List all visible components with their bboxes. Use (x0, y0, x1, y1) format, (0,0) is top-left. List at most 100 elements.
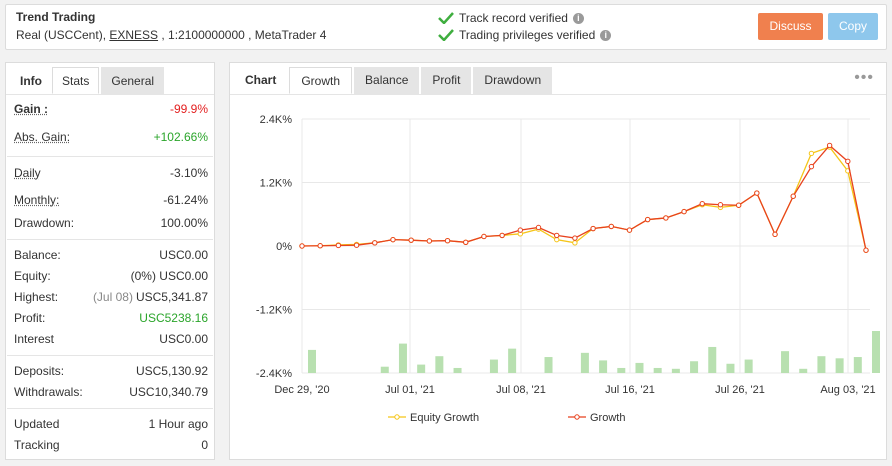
broker-link[interactable]: EXNESS (109, 28, 158, 42)
gain-label[interactable]: Gain : (14, 102, 48, 116)
more-options-icon[interactable]: ••• (854, 69, 874, 87)
equity-growth-point (808, 150, 815, 157)
abs-gain-label[interactable]: Abs. Gain: (14, 130, 70, 144)
growth-point (353, 242, 360, 248)
volume-bar (599, 360, 608, 373)
volume-bar (853, 357, 862, 373)
volume-bar (308, 349, 316, 373)
check-icon (438, 29, 454, 41)
x-tick-label: Jul 01, '21 (385, 384, 435, 396)
growth-point (317, 243, 323, 249)
volume-bar (508, 348, 517, 373)
volume-bar (544, 357, 553, 373)
volume-bar (617, 367, 626, 373)
profit-value: USC5238.16 (139, 311, 208, 325)
updated-value: 1 Hour ago (148, 417, 208, 431)
highest-row: Highest: (Jul 08) USC5,341.87 (14, 287, 208, 307)
chart-panel: Chart Growth Balance Profit Drawdown •••… (229, 62, 887, 460)
growth-point (535, 224, 542, 231)
abs-gain-row: Abs. Gain: +102.66% (14, 127, 208, 147)
daily-label[interactable]: Daily (14, 166, 41, 180)
account-suffix: , 1:2100000000 , MetaTrader 4 (158, 28, 327, 42)
deposits-row: Deposits: USC5,130.92 (14, 361, 208, 381)
gain-row: Gain : -99.9% (14, 99, 208, 119)
account-info: Real (USCCent), EXNESS , 1:2100000000 , … (16, 28, 326, 42)
stats-tabs: Info Stats General (6, 63, 214, 95)
volume-bar (835, 358, 844, 373)
tab-chart[interactable]: Chart (234, 67, 287, 94)
divider (7, 156, 213, 157)
divider (7, 408, 213, 409)
growth-chart: 2.4K% 1.2K% 0% -1.2K% -2.4K% Dec 29, '20 Jul 0… (256, 114, 880, 424)
monthly-label[interactable]: Monthly: (14, 193, 59, 207)
growth-point (663, 215, 669, 221)
growth-point (554, 232, 560, 239)
growth-point (517, 227, 524, 233)
growth-point (754, 190, 760, 196)
stats-panel: Info Stats General Gain : -99.9% Abs. Ga… (5, 62, 215, 460)
volume-bar (635, 362, 644, 373)
growth-point (572, 235, 578, 241)
page-title: Trend Trading (16, 10, 96, 24)
equity-row: Equity: (0%) USC0.00 (14, 266, 208, 286)
monthly-value: -61.24% (163, 193, 208, 207)
tab-growth[interactable]: Growth (289, 67, 353, 94)
monthly-row: Monthly: -61.24% (14, 190, 208, 210)
tab-drawdown[interactable]: Drawdown (473, 67, 553, 94)
growth-point (735, 202, 742, 208)
deposits-value: USC5,130.92 (135, 364, 208, 378)
volume-bar (671, 368, 680, 373)
equity-percent: (0%) (130, 269, 156, 283)
tab-balance[interactable]: Balance (354, 67, 420, 94)
y-tick-label: 1.2K% (260, 178, 293, 190)
growth-point (481, 233, 487, 240)
growth-point (390, 236, 396, 243)
daily-value: -3.10% (169, 166, 208, 180)
growth-point (772, 231, 778, 238)
tracking-label: Tracking (14, 438, 60, 452)
discuss-button[interactable]: Discuss (758, 13, 823, 40)
legend-equity-label: Equity Growth (410, 412, 479, 424)
x-tick-label: Jul 26, '21 (715, 384, 765, 396)
interest-row: Interest USC0.00 (14, 329, 208, 349)
y-tick-label: -1.2K% (256, 305, 292, 317)
gain-value: -99.9% (169, 102, 208, 116)
drawdown-value: 100.00% (160, 216, 208, 230)
check-icon (438, 12, 454, 24)
growth-point (444, 238, 451, 244)
highest-date: (Jul 08) (92, 290, 133, 304)
volume-bar (580, 352, 589, 373)
volume-bar (417, 364, 426, 373)
growth-point (590, 225, 596, 232)
drawdown-label: Drawdown: (14, 216, 75, 230)
copy-button[interactable]: Copy (828, 13, 878, 40)
x-tick-label: Jul 16, '21 (605, 384, 655, 396)
growth-point (808, 163, 815, 170)
volume-bar (653, 367, 662, 373)
volume-bar (781, 351, 790, 373)
info-icon[interactable]: i (600, 29, 612, 41)
highest-label: Highest: (14, 290, 59, 304)
legend-equity-marker (394, 414, 400, 420)
info-icon[interactable]: i (572, 12, 584, 24)
profit-label: Profit: (14, 311, 46, 325)
growth-point (608, 223, 614, 230)
divider (7, 239, 213, 240)
x-tick-label: Aug 03, '21 (820, 384, 875, 396)
tab-general[interactable]: General (101, 67, 165, 94)
growth-point (790, 193, 796, 199)
equity-label: Equity: (14, 269, 51, 283)
highest-value-group: (Jul 08) USC5,341.87 (93, 290, 208, 304)
tab-stats[interactable]: Stats (52, 67, 100, 94)
header-panel: Trend Trading Real (USCCent), EXNESS , 1… (5, 4, 887, 50)
balance-row: Balance: USC0.00 (14, 245, 208, 265)
tab-profit[interactable]: Profit (421, 67, 472, 94)
equity-value: USC0.00 (159, 269, 208, 283)
growth-point (826, 142, 833, 149)
equity-growth-point (572, 240, 578, 246)
divider (7, 355, 213, 356)
profit-row: Profit: USC5238.16 (14, 308, 208, 328)
volume-bar (726, 363, 735, 373)
tab-info[interactable]: Info (10, 67, 52, 94)
growth-point (335, 242, 342, 249)
